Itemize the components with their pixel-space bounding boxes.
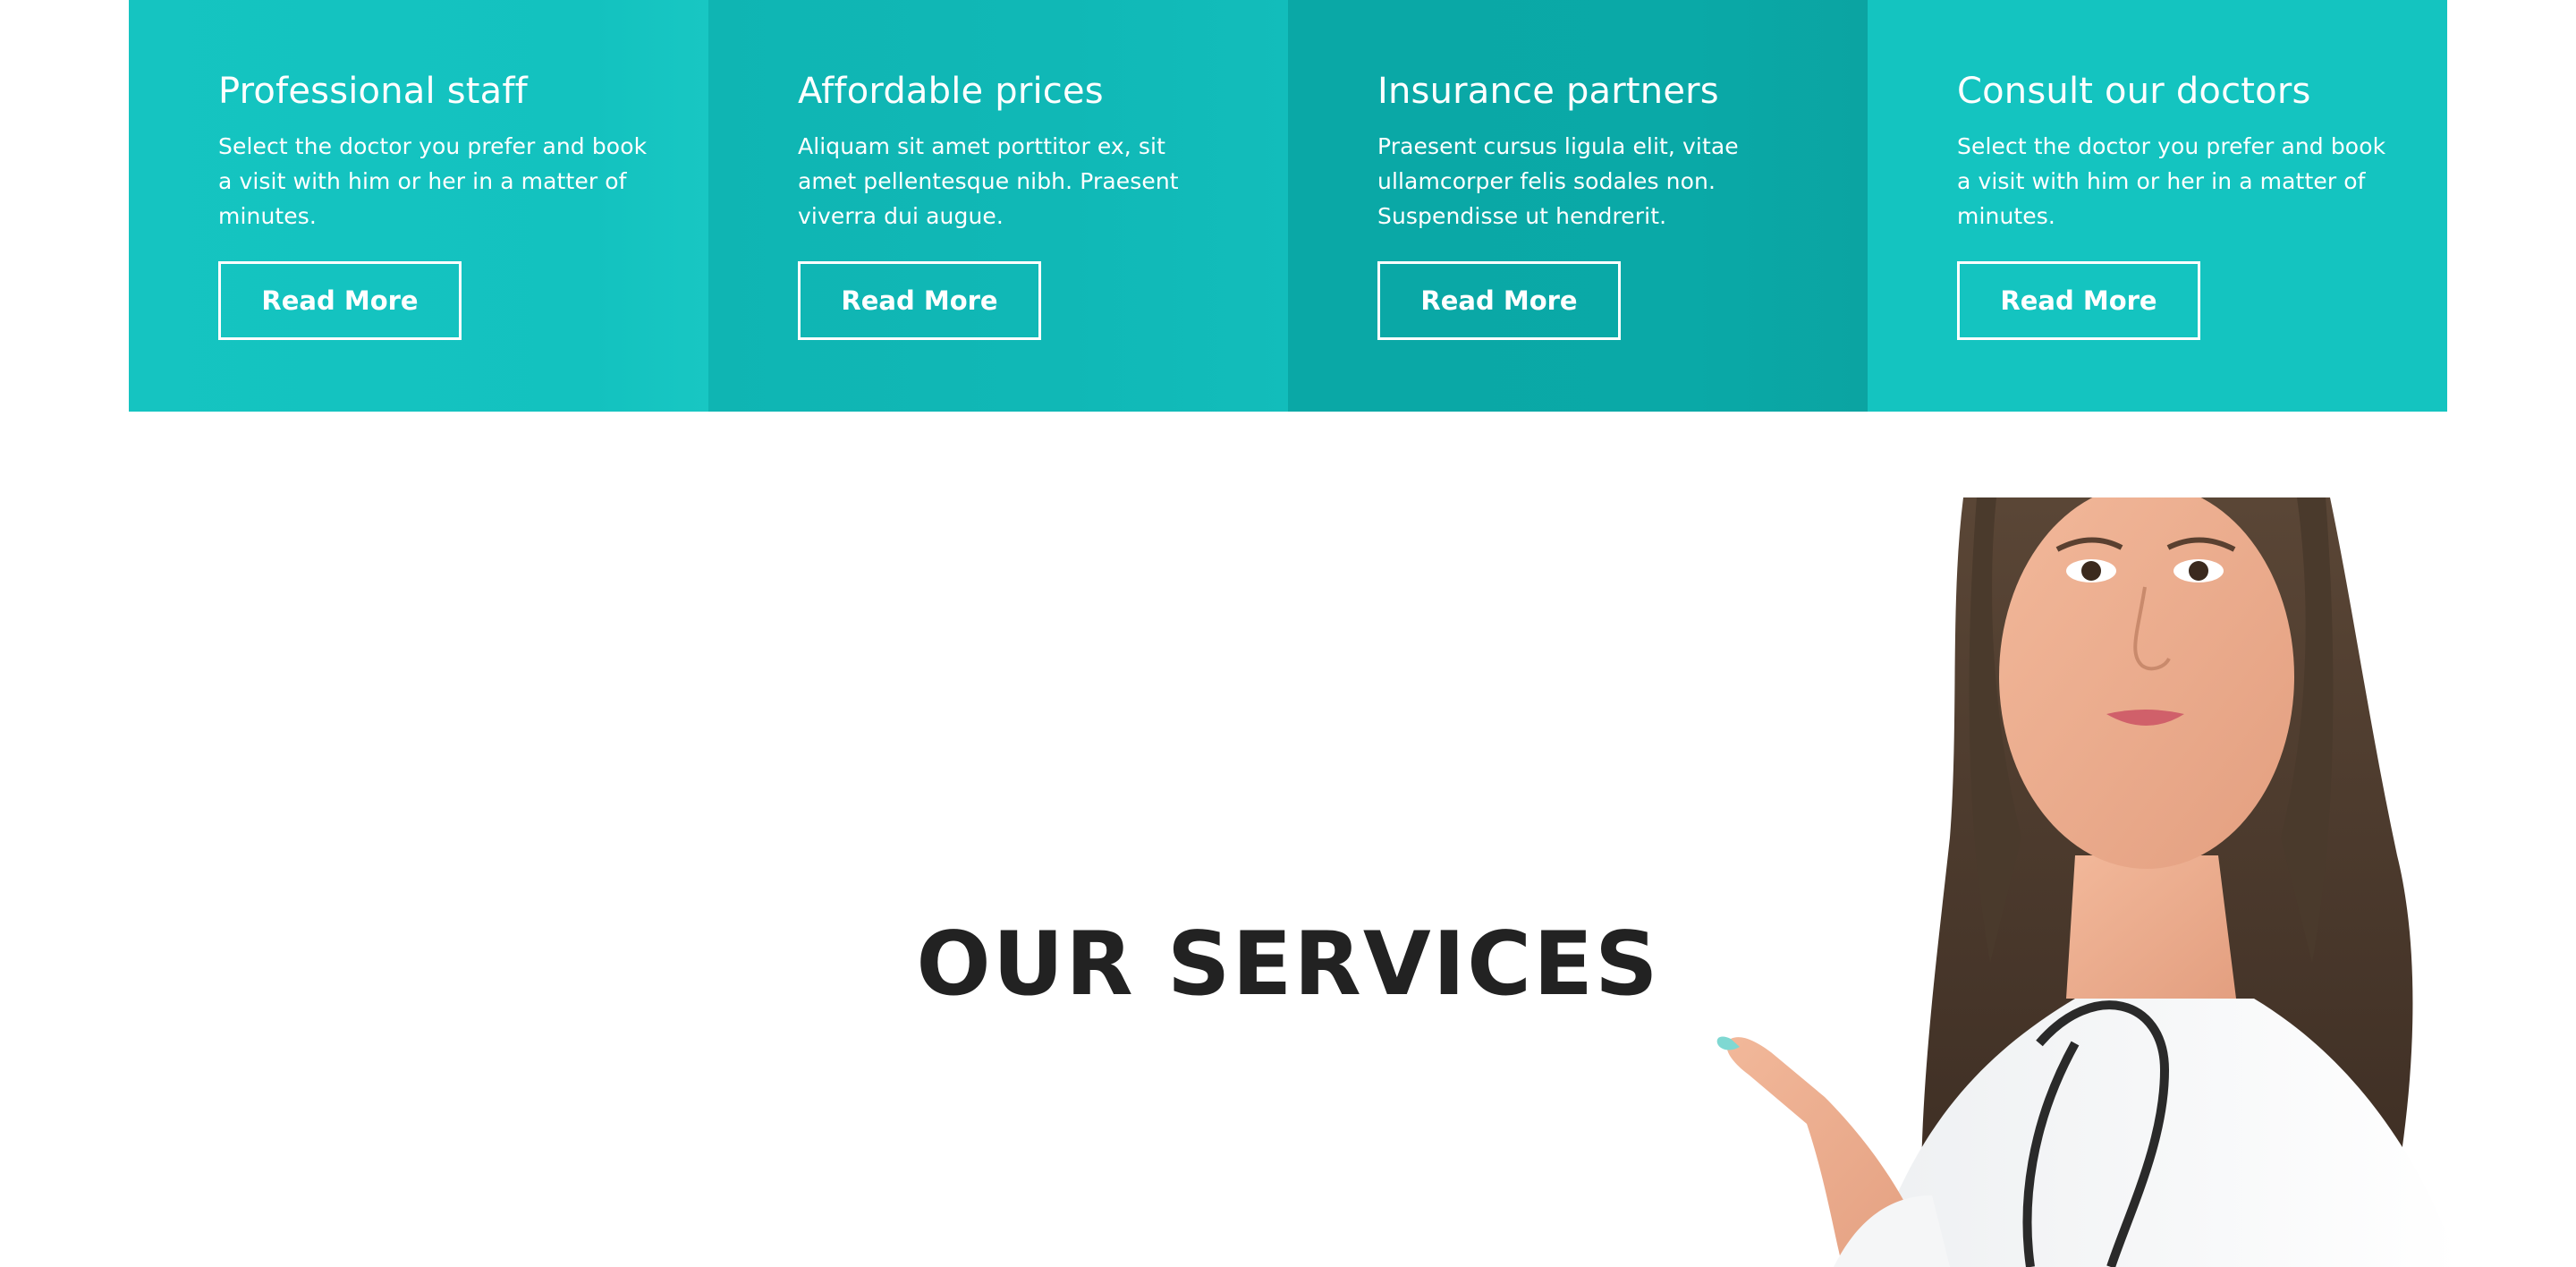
features-strip: Professional staff Select the doctor you… (129, 0, 2447, 412)
page: Professional staff Select the doctor you… (0, 0, 2576, 1267)
feature-card-affordable-prices: Affordable prices Aliquam sit amet portt… (708, 0, 1288, 412)
feature-card-insurance-partners: Insurance partners Praesent cursus ligul… (1288, 0, 1868, 412)
services-heading: OUR SERVICES (916, 914, 1660, 1016)
feature-card-consult-doctors: Consult our doctors Select the doctor yo… (1868, 0, 2447, 412)
read-more-button[interactable]: Read More (218, 261, 462, 340)
feature-title: Insurance partners (1377, 71, 1719, 112)
feature-text: Praesent cursus ligula elit, vitae ullam… (1377, 133, 1739, 229)
feature-title: Affordable prices (798, 71, 1104, 112)
feature-text: Aliquam sit amet porttitor ex, sit amet … (798, 133, 1179, 229)
read-more-button[interactable]: Read More (1957, 261, 2200, 340)
read-more-button[interactable]: Read More (1377, 261, 1621, 340)
doctor-photo (1716, 497, 2460, 1267)
feature-text: Select the doctor you prefer and book a … (218, 133, 648, 229)
feature-title: Professional staff (218, 71, 528, 112)
feature-card-professional-staff: Professional staff Select the doctor you… (129, 0, 708, 412)
feature-title: Consult our doctors (1957, 71, 2311, 112)
feature-text: Select the doctor you prefer and book a … (1957, 133, 2386, 229)
read-more-button[interactable]: Read More (798, 261, 1041, 340)
